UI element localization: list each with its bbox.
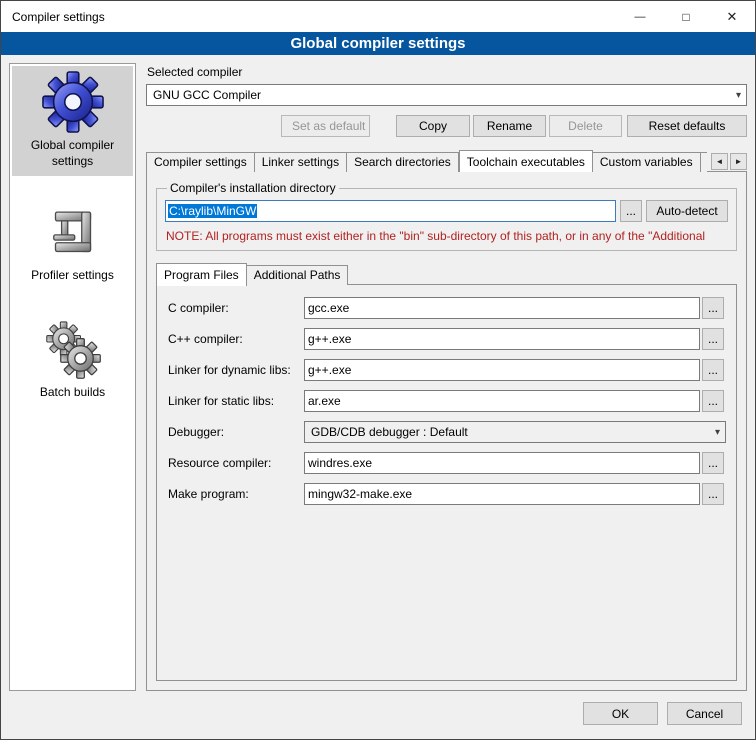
delete-button[interactable]: Delete (549, 115, 622, 137)
cpp-compiler-browse-button[interactable]: ... (702, 328, 724, 350)
tab-search-directories[interactable]: Search directories (347, 152, 459, 172)
sidebar-item-label: Profiler settings (31, 268, 114, 284)
linker-static-label: Linker for static libs: (167, 394, 302, 408)
dialog-content: Global compiler settings Profiler se (1, 55, 755, 695)
make-program-browse-button[interactable]: ... (702, 483, 724, 505)
clamp-tool-icon (45, 205, 101, 263)
c-compiler-input[interactable] (304, 297, 700, 319)
tab-compiler-settings[interactable]: Compiler settings (146, 152, 255, 172)
linker-dynamic-browse-button[interactable]: ... (702, 359, 724, 381)
cpp-compiler-label: C++ compiler: (167, 332, 302, 346)
install-dir-selected-text: C:\raylib\MinGW (168, 204, 257, 218)
note-text: NOTE: All programs must exist either in … (166, 229, 727, 243)
linker-static-browse-button[interactable]: ... (702, 390, 724, 412)
cpp-compiler-input[interactable] (304, 328, 700, 350)
install-dir-group: Compiler's installation directory C:\ray… (156, 181, 737, 251)
cancel-button[interactable]: Cancel (667, 702, 742, 725)
minimize-button[interactable]: — (617, 1, 663, 32)
main-panel: Selected compiler GNU GCC Compiler ▾ Set… (146, 63, 747, 691)
tab-scroll-right-button[interactable]: ► (730, 153, 747, 170)
linker-dynamic-label: Linker for dynamic libs: (167, 363, 302, 377)
install-dir-input[interactable]: C:\raylib\MinGW (165, 200, 616, 222)
tab-custom-variables[interactable]: Custom variables (593, 152, 701, 172)
c-compiler-browse-button[interactable]: ... (702, 297, 724, 319)
selected-compiler-value: GNU GCC Compiler (153, 88, 732, 102)
chevron-down-icon: ▾ (736, 90, 741, 101)
program-files-panel: C compiler: ... C++ compiler: ... Linker… (156, 284, 737, 681)
sidebar: Global compiler settings Profiler se (9, 63, 136, 691)
tab-scroll-buttons: ◄ ► (711, 153, 747, 172)
compiler-settings-window: Compiler settings — □ ✕ Global compiler … (0, 0, 756, 740)
dialog-footer: OK Cancel (1, 695, 755, 739)
window-title: Compiler settings (1, 10, 617, 24)
c-compiler-label: C compiler: (167, 301, 302, 315)
tab-build-options[interactable]: Buil (701, 152, 707, 172)
subtab-program-files[interactable]: Program Files (156, 263, 247, 286)
sidebar-item-label: Global compiler settings (14, 138, 131, 169)
tab-bar: Compiler settings Linker settings Search… (146, 150, 747, 172)
debugger-value: GDB/CDB debugger : Default (311, 425, 711, 439)
ok-button[interactable]: OK (583, 702, 658, 725)
chevron-down-icon: ▾ (715, 427, 720, 438)
install-dir-group-title: Compiler's installation directory (167, 181, 339, 195)
tab-linker-settings[interactable]: Linker settings (255, 152, 347, 172)
sidebar-item-global-compiler-settings[interactable]: Global compiler settings (12, 66, 133, 176)
linker-static-input[interactable] (304, 390, 700, 412)
window-controls: — □ ✕ (617, 1, 755, 32)
sidebar-item-label: Batch builds (40, 385, 105, 401)
sidebar-item-profiler-settings[interactable]: Profiler settings (12, 200, 133, 291)
maximize-button[interactable]: □ (663, 1, 709, 32)
tab-scroll-left-button[interactable]: ◄ (711, 153, 728, 170)
autodetect-button[interactable]: Auto-detect (646, 200, 728, 222)
install-dir-browse-button[interactable]: ... (620, 200, 642, 222)
resource-compiler-label: Resource compiler: (167, 456, 302, 470)
tab-scroller: Compiler settings Linker settings Search… (146, 150, 707, 172)
make-program-input[interactable] (304, 483, 700, 505)
debugger-dropdown[interactable]: GDB/CDB debugger : Default ▾ (304, 421, 726, 443)
rename-button[interactable]: Rename (473, 115, 546, 137)
resource-compiler-input[interactable] (304, 452, 700, 474)
gear-icon (42, 71, 104, 133)
selected-compiler-label: Selected compiler (147, 65, 747, 79)
copy-button[interactable]: Copy (396, 115, 470, 137)
subtab-additional-paths[interactable]: Additional Paths (247, 265, 349, 285)
titlebar[interactable]: Compiler settings — □ ✕ (1, 1, 755, 32)
linker-dynamic-input[interactable] (304, 359, 700, 381)
reset-defaults-button[interactable]: Reset defaults (627, 115, 747, 137)
debugger-label: Debugger: (167, 425, 302, 439)
resource-compiler-browse-button[interactable]: ... (702, 452, 724, 474)
subtab-bar: Program Files Additional Paths (156, 263, 737, 285)
install-dir-row: C:\raylib\MinGW ... Auto-detect (165, 200, 728, 222)
gears-icon (43, 320, 103, 380)
compiler-actions: Set as default Copy Rename Delete Reset … (146, 115, 747, 137)
toolchain-executables-panel: Compiler's installation directory C:\ray… (146, 171, 747, 691)
set-as-default-button[interactable]: Set as default (281, 115, 370, 137)
banner-title: Global compiler settings (1, 32, 755, 55)
tab-toolchain-executables[interactable]: Toolchain executables (459, 150, 593, 172)
sidebar-item-batch-builds[interactable]: Batch builds (12, 315, 133, 408)
selected-compiler-dropdown[interactable]: GNU GCC Compiler ▾ (146, 84, 747, 106)
toolchain-form: C compiler: ... C++ compiler: ... Linker… (167, 297, 726, 505)
make-program-label: Make program: (167, 487, 302, 501)
close-button[interactable]: ✕ (709, 1, 755, 32)
